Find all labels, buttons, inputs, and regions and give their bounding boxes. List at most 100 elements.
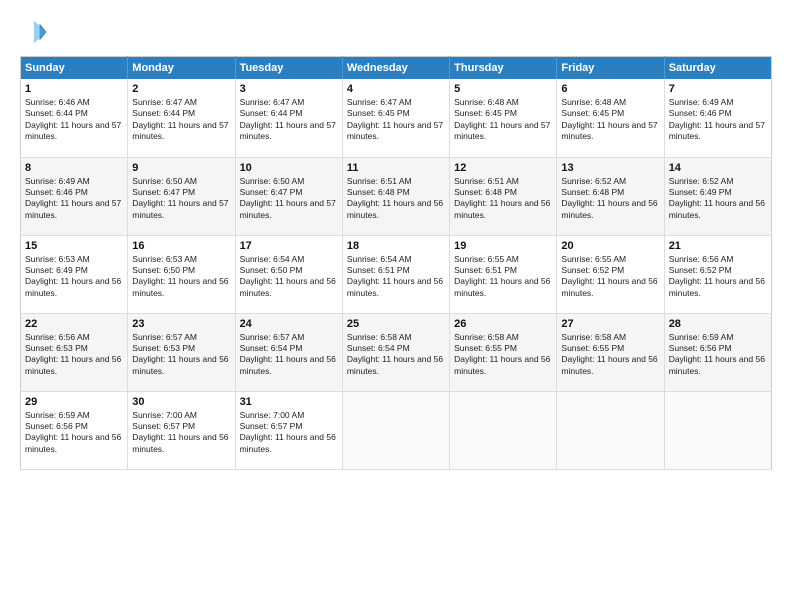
calendar-day-cell: 4 Sunrise: 6:47 AMSunset: 6:45 PMDayligh…: [342, 79, 449, 157]
calendar-day-cell: 17 Sunrise: 6:54 AMSunset: 6:50 PMDaylig…: [235, 235, 342, 313]
day-info: Sunrise: 6:50 AMSunset: 6:47 PMDaylight:…: [132, 176, 230, 222]
calendar-day-cell: 12 Sunrise: 6:51 AMSunset: 6:48 PMDaylig…: [450, 157, 557, 235]
day-info: Sunrise: 6:56 AMSunset: 6:53 PMDaylight:…: [25, 332, 123, 378]
day-info: Sunrise: 6:48 AMSunset: 6:45 PMDaylight:…: [561, 97, 659, 143]
day-info: Sunrise: 6:47 AMSunset: 6:45 PMDaylight:…: [347, 97, 445, 143]
day-number: 22: [25, 318, 123, 330]
day-info: Sunrise: 6:52 AMSunset: 6:49 PMDaylight:…: [669, 176, 767, 222]
day-number: 31: [240, 396, 338, 408]
day-info: Sunrise: 6:51 AMSunset: 6:48 PMDaylight:…: [454, 176, 552, 222]
calendar-day-cell: 22 Sunrise: 6:56 AMSunset: 6:53 PMDaylig…: [21, 313, 128, 391]
calendar-week-row: 8 Sunrise: 6:49 AMSunset: 6:46 PMDayligh…: [21, 157, 772, 235]
day-number: 18: [347, 240, 445, 252]
day-info: Sunrise: 6:51 AMSunset: 6:48 PMDaylight:…: [347, 176, 445, 222]
day-info: Sunrise: 6:53 AMSunset: 6:49 PMDaylight:…: [25, 254, 123, 300]
day-number: 25: [347, 318, 445, 330]
day-number: 15: [25, 240, 123, 252]
calendar-day-cell: 27 Sunrise: 6:58 AMSunset: 6:55 PMDaylig…: [557, 313, 664, 391]
calendar-day-cell: 20 Sunrise: 6:55 AMSunset: 6:52 PMDaylig…: [557, 235, 664, 313]
calendar-day-cell: [664, 391, 771, 469]
calendar-day-cell: 14 Sunrise: 6:52 AMSunset: 6:49 PMDaylig…: [664, 157, 771, 235]
day-number: 13: [561, 162, 659, 174]
calendar-day-cell: 25 Sunrise: 6:58 AMSunset: 6:54 PMDaylig…: [342, 313, 449, 391]
calendar-day-cell: 8 Sunrise: 6:49 AMSunset: 6:46 PMDayligh…: [21, 157, 128, 235]
calendar-day-cell: 6 Sunrise: 6:48 AMSunset: 6:45 PMDayligh…: [557, 79, 664, 157]
day-number: 8: [25, 162, 123, 174]
day-info: Sunrise: 6:54 AMSunset: 6:50 PMDaylight:…: [240, 254, 338, 300]
day-info: Sunrise: 6:55 AMSunset: 6:51 PMDaylight:…: [454, 254, 552, 300]
day-number: 29: [25, 396, 123, 408]
header: [20, 18, 772, 46]
day-info: Sunrise: 6:57 AMSunset: 6:53 PMDaylight:…: [132, 332, 230, 378]
weekday-header-cell: Tuesday: [235, 57, 342, 80]
day-info: Sunrise: 6:54 AMSunset: 6:51 PMDaylight:…: [347, 254, 445, 300]
calendar-day-cell: 31 Sunrise: 7:00 AMSunset: 6:57 PMDaylig…: [235, 391, 342, 469]
calendar-day-cell: 10 Sunrise: 6:50 AMSunset: 6:47 PMDaylig…: [235, 157, 342, 235]
day-number: 16: [132, 240, 230, 252]
day-number: 24: [240, 318, 338, 330]
day-info: Sunrise: 6:47 AMSunset: 6:44 PMDaylight:…: [132, 97, 230, 143]
day-number: 20: [561, 240, 659, 252]
calendar-day-cell: 3 Sunrise: 6:47 AMSunset: 6:44 PMDayligh…: [235, 79, 342, 157]
day-info: Sunrise: 6:58 AMSunset: 6:55 PMDaylight:…: [561, 332, 659, 378]
calendar-day-cell: 24 Sunrise: 6:57 AMSunset: 6:54 PMDaylig…: [235, 313, 342, 391]
day-number: 11: [347, 162, 445, 174]
day-number: 27: [561, 318, 659, 330]
day-number: 7: [669, 83, 767, 95]
logo: [20, 18, 52, 46]
calendar-day-cell: 18 Sunrise: 6:54 AMSunset: 6:51 PMDaylig…: [342, 235, 449, 313]
day-number: 10: [240, 162, 338, 174]
calendar-day-cell: 15 Sunrise: 6:53 AMSunset: 6:49 PMDaylig…: [21, 235, 128, 313]
day-info: Sunrise: 7:00 AMSunset: 6:57 PMDaylight:…: [132, 410, 230, 456]
page: SundayMondayTuesdayWednesdayThursdayFrid…: [0, 0, 792, 612]
calendar-header-row: SundayMondayTuesdayWednesdayThursdayFrid…: [21, 57, 772, 80]
day-info: Sunrise: 6:47 AMSunset: 6:44 PMDaylight:…: [240, 97, 338, 143]
day-info: Sunrise: 6:58 AMSunset: 6:55 PMDaylight:…: [454, 332, 552, 378]
day-number: 21: [669, 240, 767, 252]
day-info: Sunrise: 6:50 AMSunset: 6:47 PMDaylight:…: [240, 176, 338, 222]
calendar-day-cell: 9 Sunrise: 6:50 AMSunset: 6:47 PMDayligh…: [128, 157, 235, 235]
day-info: Sunrise: 6:48 AMSunset: 6:45 PMDaylight:…: [454, 97, 552, 143]
day-number: 17: [240, 240, 338, 252]
calendar-week-row: 1 Sunrise: 6:46 AMSunset: 6:44 PMDayligh…: [21, 79, 772, 157]
day-info: Sunrise: 6:58 AMSunset: 6:54 PMDaylight:…: [347, 332, 445, 378]
calendar-day-cell: [342, 391, 449, 469]
calendar-day-cell: 29 Sunrise: 6:59 AMSunset: 6:56 PMDaylig…: [21, 391, 128, 469]
calendar-day-cell: 26 Sunrise: 6:58 AMSunset: 6:55 PMDaylig…: [450, 313, 557, 391]
day-info: Sunrise: 6:53 AMSunset: 6:50 PMDaylight:…: [132, 254, 230, 300]
calendar-week-row: 22 Sunrise: 6:56 AMSunset: 6:53 PMDaylig…: [21, 313, 772, 391]
day-info: Sunrise: 6:52 AMSunset: 6:48 PMDaylight:…: [561, 176, 659, 222]
calendar-day-cell: 7 Sunrise: 6:49 AMSunset: 6:46 PMDayligh…: [664, 79, 771, 157]
day-info: Sunrise: 6:59 AMSunset: 6:56 PMDaylight:…: [669, 332, 767, 378]
calendar-week-row: 15 Sunrise: 6:53 AMSunset: 6:49 PMDaylig…: [21, 235, 772, 313]
day-info: Sunrise: 6:57 AMSunset: 6:54 PMDaylight:…: [240, 332, 338, 378]
day-number: 3: [240, 83, 338, 95]
weekday-header-cell: Saturday: [664, 57, 771, 80]
calendar-day-cell: 30 Sunrise: 7:00 AMSunset: 6:57 PMDaylig…: [128, 391, 235, 469]
day-number: 12: [454, 162, 552, 174]
calendar-day-cell: 19 Sunrise: 6:55 AMSunset: 6:51 PMDaylig…: [450, 235, 557, 313]
day-info: Sunrise: 6:46 AMSunset: 6:44 PMDaylight:…: [25, 97, 123, 143]
logo-icon: [20, 18, 48, 46]
day-number: 26: [454, 318, 552, 330]
calendar-day-cell: 5 Sunrise: 6:48 AMSunset: 6:45 PMDayligh…: [450, 79, 557, 157]
calendar: SundayMondayTuesdayWednesdayThursdayFrid…: [20, 56, 772, 470]
weekday-header-cell: Sunday: [21, 57, 128, 80]
day-number: 28: [669, 318, 767, 330]
weekday-header-cell: Monday: [128, 57, 235, 80]
calendar-day-cell: 11 Sunrise: 6:51 AMSunset: 6:48 PMDaylig…: [342, 157, 449, 235]
day-info: Sunrise: 6:56 AMSunset: 6:52 PMDaylight:…: [669, 254, 767, 300]
day-info: Sunrise: 7:00 AMSunset: 6:57 PMDaylight:…: [240, 410, 338, 456]
calendar-day-cell: 16 Sunrise: 6:53 AMSunset: 6:50 PMDaylig…: [128, 235, 235, 313]
calendar-day-cell: 21 Sunrise: 6:56 AMSunset: 6:52 PMDaylig…: [664, 235, 771, 313]
day-info: Sunrise: 6:49 AMSunset: 6:46 PMDaylight:…: [25, 176, 123, 222]
calendar-day-cell: 13 Sunrise: 6:52 AMSunset: 6:48 PMDaylig…: [557, 157, 664, 235]
weekday-header-cell: Wednesday: [342, 57, 449, 80]
day-info: Sunrise: 6:55 AMSunset: 6:52 PMDaylight:…: [561, 254, 659, 300]
calendar-week-row: 29 Sunrise: 6:59 AMSunset: 6:56 PMDaylig…: [21, 391, 772, 469]
calendar-day-cell: 2 Sunrise: 6:47 AMSunset: 6:44 PMDayligh…: [128, 79, 235, 157]
calendar-day-cell: [557, 391, 664, 469]
day-number: 9: [132, 162, 230, 174]
calendar-day-cell: 28 Sunrise: 6:59 AMSunset: 6:56 PMDaylig…: [664, 313, 771, 391]
day-number: 6: [561, 83, 659, 95]
